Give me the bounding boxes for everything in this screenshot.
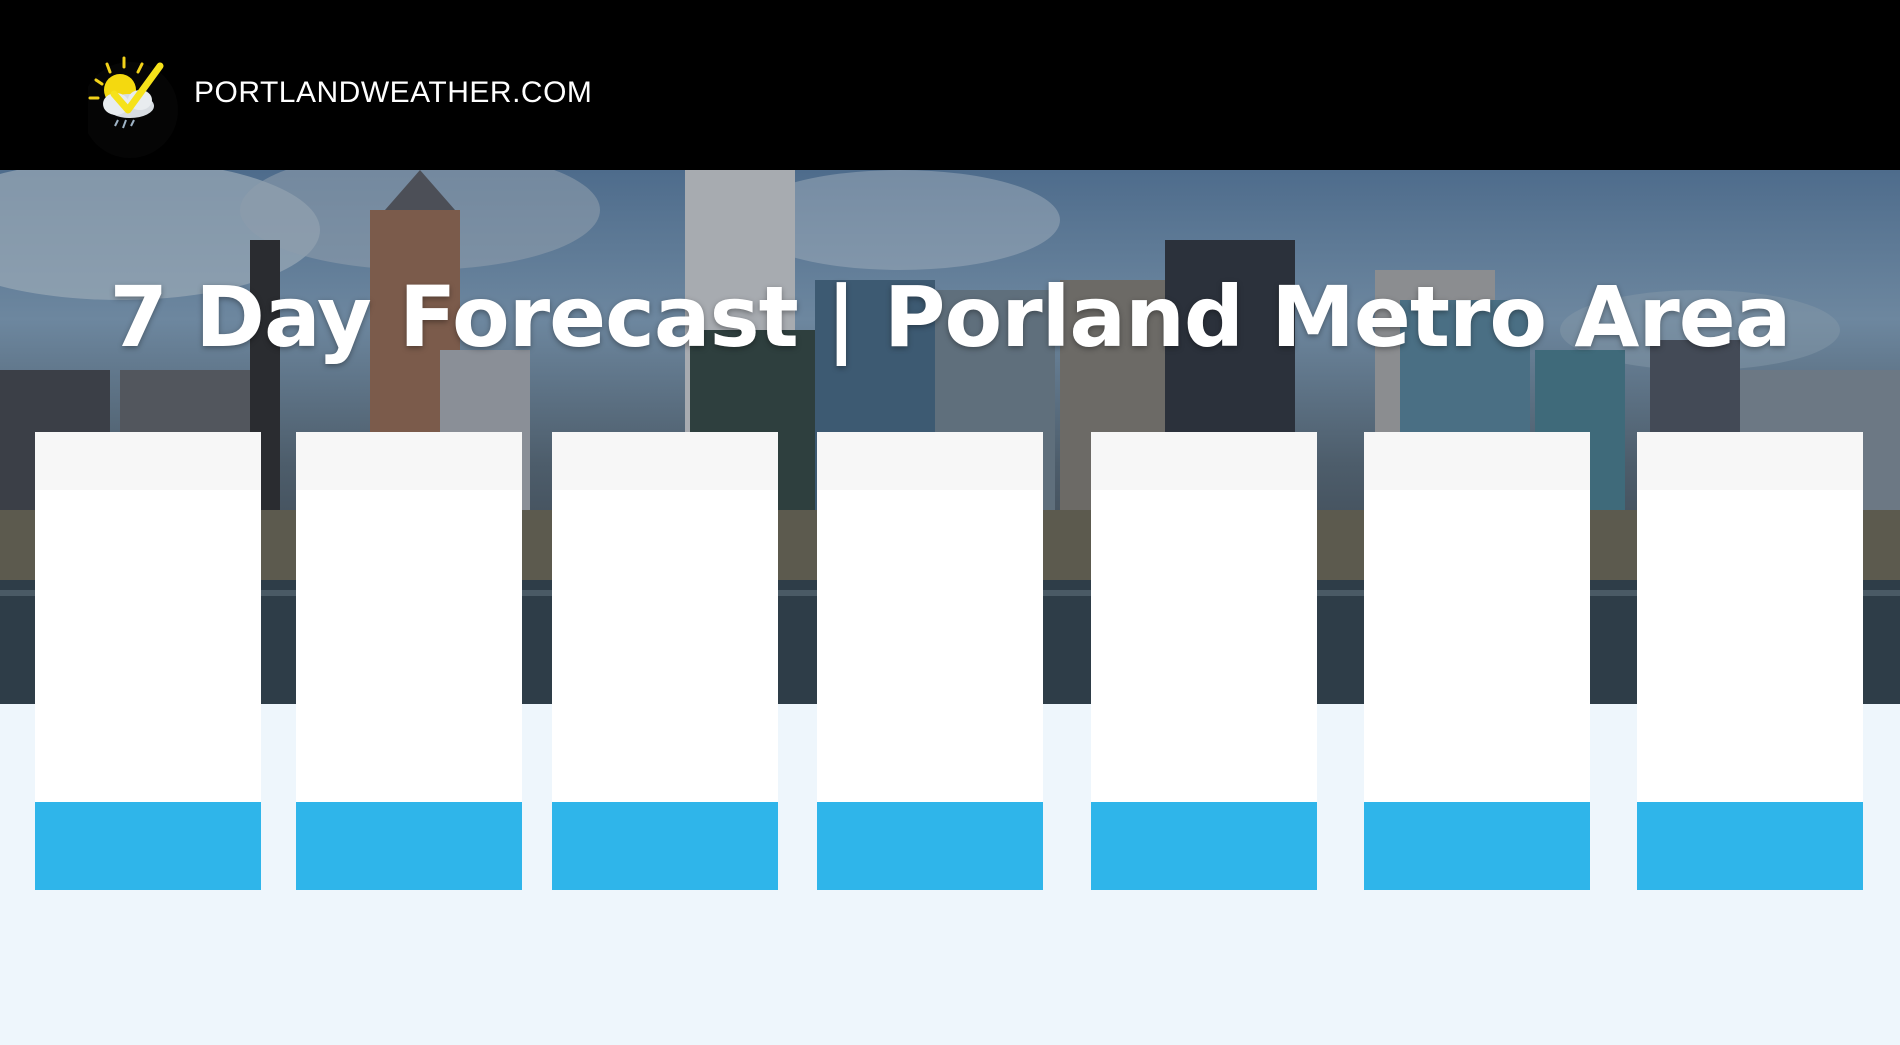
forecast-card-day-2[interactable] [296, 432, 522, 890]
site-header: PORTLANDWEATHER.COM [0, 0, 1900, 170]
card-header [817, 432, 1043, 490]
forecast-cards [0, 432, 1900, 892]
card-footer[interactable] [35, 802, 261, 890]
page-title: 7 Day Forecast | Porland Metro Area [109, 268, 1792, 366]
card-footer[interactable] [817, 802, 1043, 890]
forecast-card-day-5[interactable] [1091, 432, 1317, 890]
card-footer[interactable] [552, 802, 778, 890]
forecast-card-day-1[interactable] [35, 432, 261, 890]
card-footer[interactable] [1364, 802, 1590, 890]
forecast-card-day-6[interactable] [1364, 432, 1590, 890]
card-header [296, 432, 522, 490]
card-header [552, 432, 778, 490]
card-header [1364, 432, 1590, 490]
forecast-card-day-7[interactable] [1637, 432, 1863, 890]
forecast-card-day-3[interactable] [552, 432, 778, 890]
site-name-link[interactable]: PORTLANDWEATHER.COM [194, 76, 592, 110]
card-footer[interactable] [296, 802, 522, 890]
forecast-card-day-4[interactable] [817, 432, 1043, 890]
card-footer[interactable] [1091, 802, 1317, 890]
card-header [35, 432, 261, 490]
sun-cloud-check-logo-icon[interactable] [82, 48, 184, 160]
card-header [1637, 432, 1863, 490]
card-footer[interactable] [1637, 802, 1863, 890]
card-header [1091, 432, 1317, 490]
